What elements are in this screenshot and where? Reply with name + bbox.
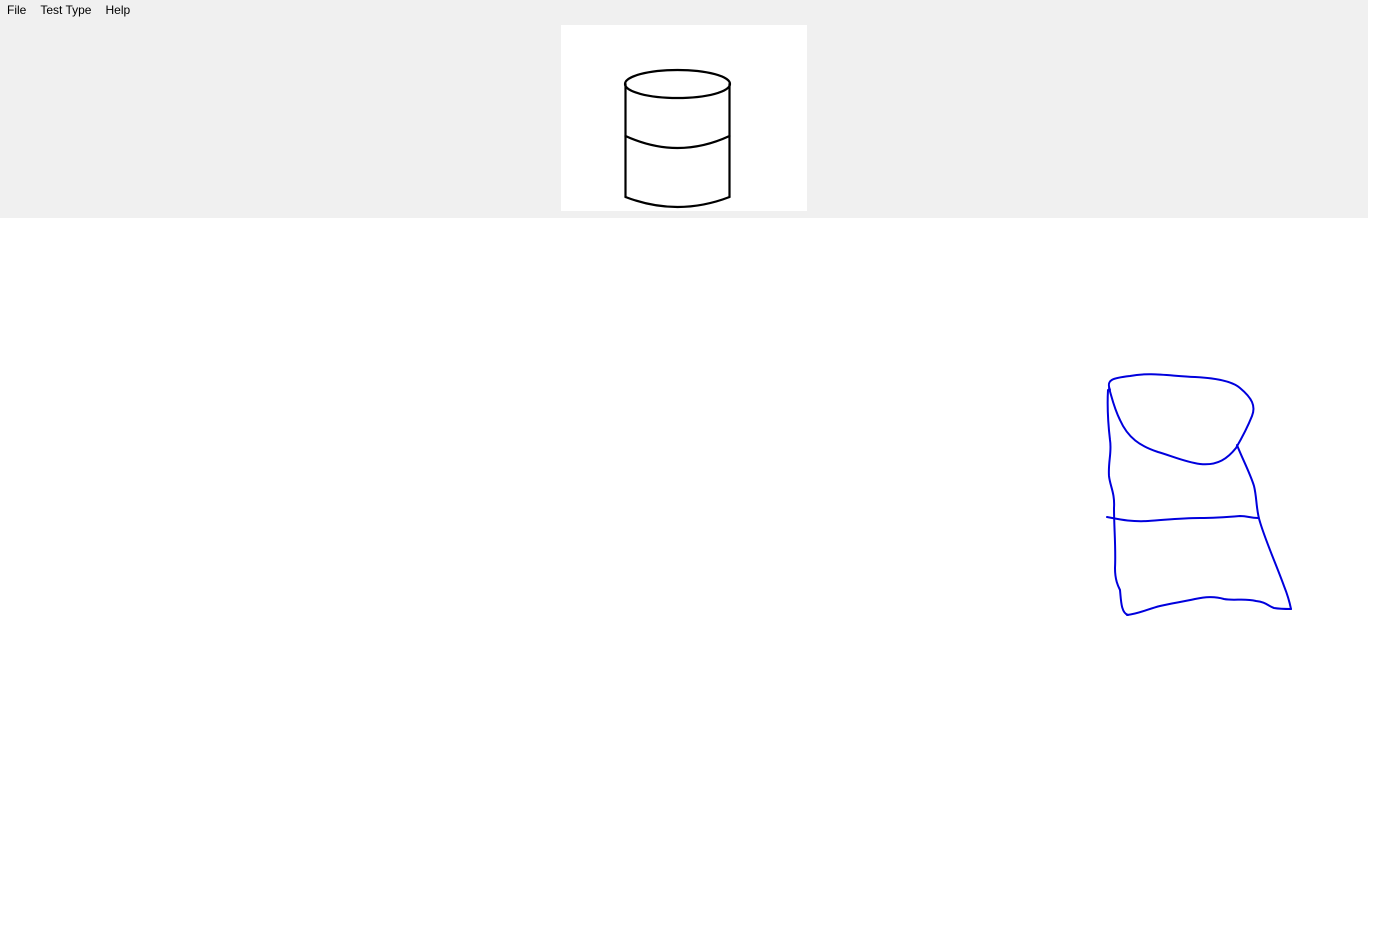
sketch-middle-band bbox=[1106, 515, 1259, 523]
menu-bar: File Test Type Help bbox=[0, 0, 137, 20]
app-window: File Test Type Help bbox=[0, 0, 1381, 925]
reference-panel: File Test Type Help bbox=[0, 0, 1368, 218]
menu-help[interactable]: Help bbox=[98, 0, 137, 20]
user-sketch bbox=[1106, 373, 1292, 616]
cylinder-icon bbox=[623, 68, 732, 209]
cylinder-middle-band bbox=[624, 134, 731, 150]
sketch-top-loop bbox=[1107, 373, 1255, 466]
cylinder-bottom-arc bbox=[624, 195, 731, 209]
menu-file[interactable]: File bbox=[0, 0, 33, 20]
reference-shape-card bbox=[561, 25, 807, 211]
sketch-left-side bbox=[1106, 389, 1129, 616]
drawing-canvas[interactable] bbox=[0, 218, 1381, 925]
sketch-bottom bbox=[1126, 596, 1292, 616]
menu-test-type[interactable]: Test Type bbox=[33, 0, 98, 20]
cylinder-top-ellipse bbox=[623, 68, 732, 100]
sketch-right-side bbox=[1236, 444, 1292, 610]
